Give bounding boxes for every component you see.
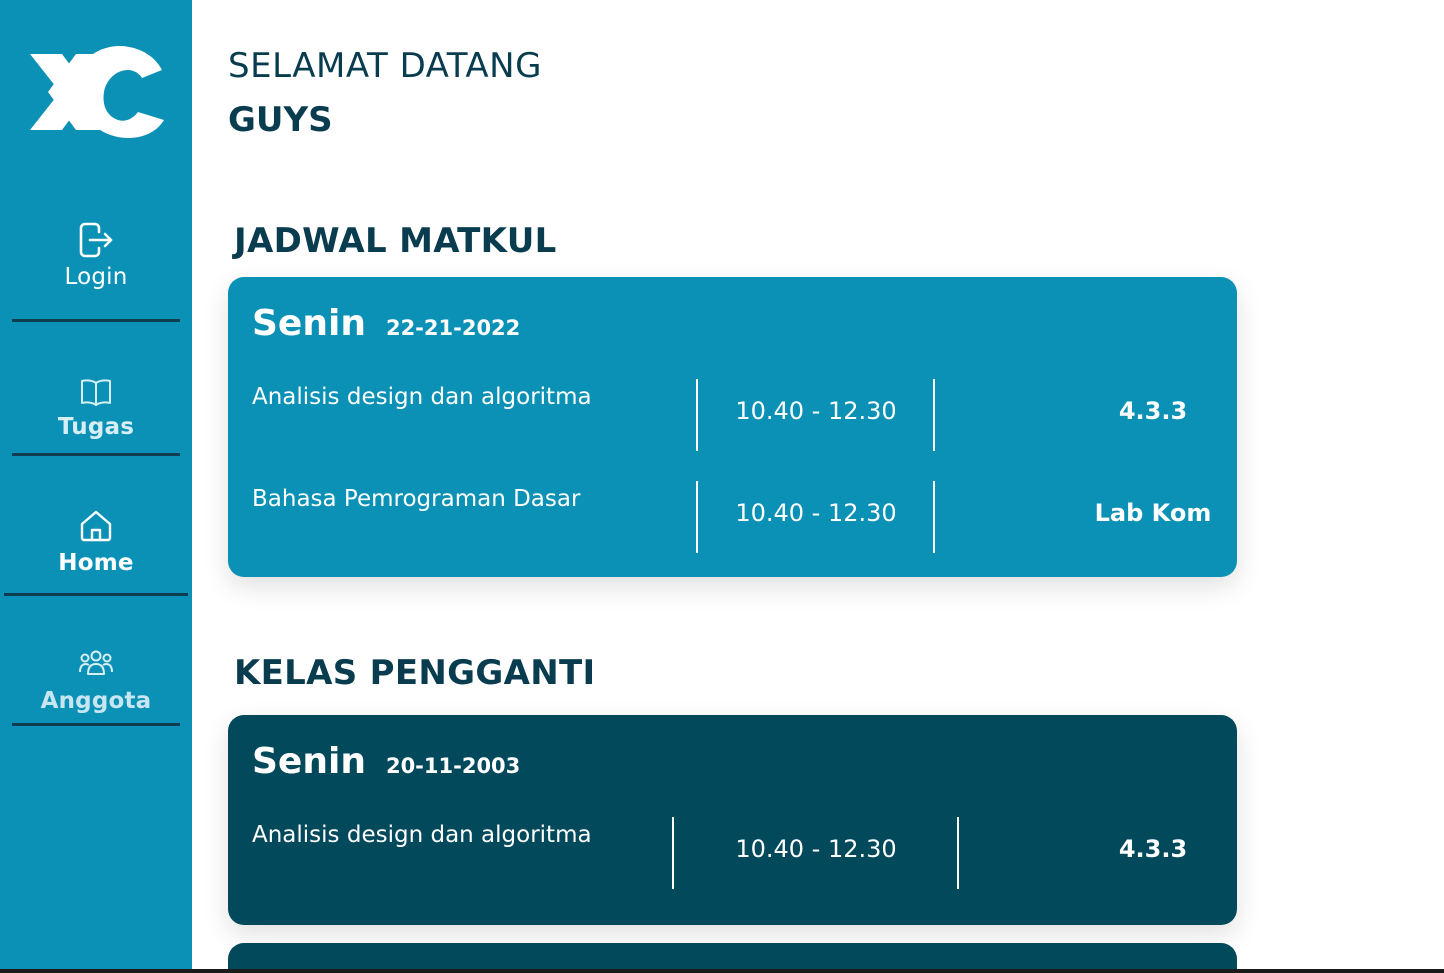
column-divider xyxy=(696,379,698,451)
column-divider xyxy=(672,817,674,889)
card-date: 22-21-2022 xyxy=(385,316,521,340)
replacement-class-card[interactable]: Senin 20-11-2003 Analisis design dan alg… xyxy=(228,715,1237,925)
sidebar-item-anggota[interactable]: Anggota xyxy=(12,644,180,728)
sidebar-item-label: Anggota xyxy=(40,688,152,714)
section-title-kelas: KELAS PENGGANTI xyxy=(234,653,596,693)
column-divider xyxy=(696,481,698,553)
window-bottom-border xyxy=(0,969,1444,973)
column-divider xyxy=(933,481,935,553)
login-icon xyxy=(76,220,116,260)
course-name: Analisis design dan algoritma xyxy=(252,822,592,848)
greeting-line-1: SELAMAT DATANG xyxy=(228,46,542,86)
sidebar-item-label: Login xyxy=(64,264,128,290)
sidebar-item-home[interactable]: Home xyxy=(4,506,188,598)
section-title-jadwal: JADWAL MATKUL xyxy=(234,221,557,261)
sidebar-item-label: Tugas xyxy=(57,414,135,440)
schedule-card[interactable]: Senin 22-21-2022 Analisis design dan alg… xyxy=(228,277,1237,577)
nav-divider xyxy=(12,723,180,726)
course-room: 4.3.3 xyxy=(1118,397,1188,425)
app-root: Login Tugas Home Anggota SELAMAT DATANG … xyxy=(0,0,1444,973)
book-icon xyxy=(76,372,116,412)
column-divider xyxy=(933,379,935,451)
sidebar-item-tugas[interactable]: Tugas xyxy=(12,372,180,458)
course-name: Analisis design dan algoritma xyxy=(252,384,592,410)
greeting: SELAMAT DATANG GUYS xyxy=(228,46,542,140)
xc-logo[interactable] xyxy=(28,40,168,142)
schedule-row[interactable]: Bahasa Pemrograman Dasar 10.40 - 12.30 L… xyxy=(228,481,1237,553)
sidebar-item-label: Home xyxy=(58,550,134,576)
card-header: Senin 22-21-2022 xyxy=(252,303,520,344)
schedule-row[interactable]: Analisis design dan algoritma 10.40 - 12… xyxy=(228,817,1237,889)
nav-divider xyxy=(4,593,188,596)
sidebar: Login Tugas Home Anggota xyxy=(0,0,192,973)
course-time: 10.40 - 12.30 xyxy=(735,397,897,425)
course-time: 10.40 - 12.30 xyxy=(735,499,897,527)
card-date: 20-11-2003 xyxy=(385,754,521,778)
course-name: Bahasa Pemrograman Dasar xyxy=(252,486,581,512)
card-day: Senin xyxy=(252,741,366,782)
greeting-line-2: GUYS xyxy=(228,100,333,140)
card-header: Senin 20-11-2003 xyxy=(252,741,520,782)
column-divider xyxy=(957,817,959,889)
course-time: 10.40 - 12.30 xyxy=(735,835,897,863)
card-day: Senin xyxy=(252,303,366,344)
course-room: Lab Kom xyxy=(1094,499,1212,527)
nav-divider xyxy=(12,319,180,322)
users-icon xyxy=(76,644,116,684)
home-icon xyxy=(76,506,116,546)
course-room: 4.3.3 xyxy=(1118,835,1188,863)
sidebar-item-login[interactable]: Login xyxy=(12,220,180,323)
schedule-row[interactable]: Analisis design dan algoritma 10.40 - 12… xyxy=(228,379,1237,451)
nav-divider xyxy=(12,453,180,456)
